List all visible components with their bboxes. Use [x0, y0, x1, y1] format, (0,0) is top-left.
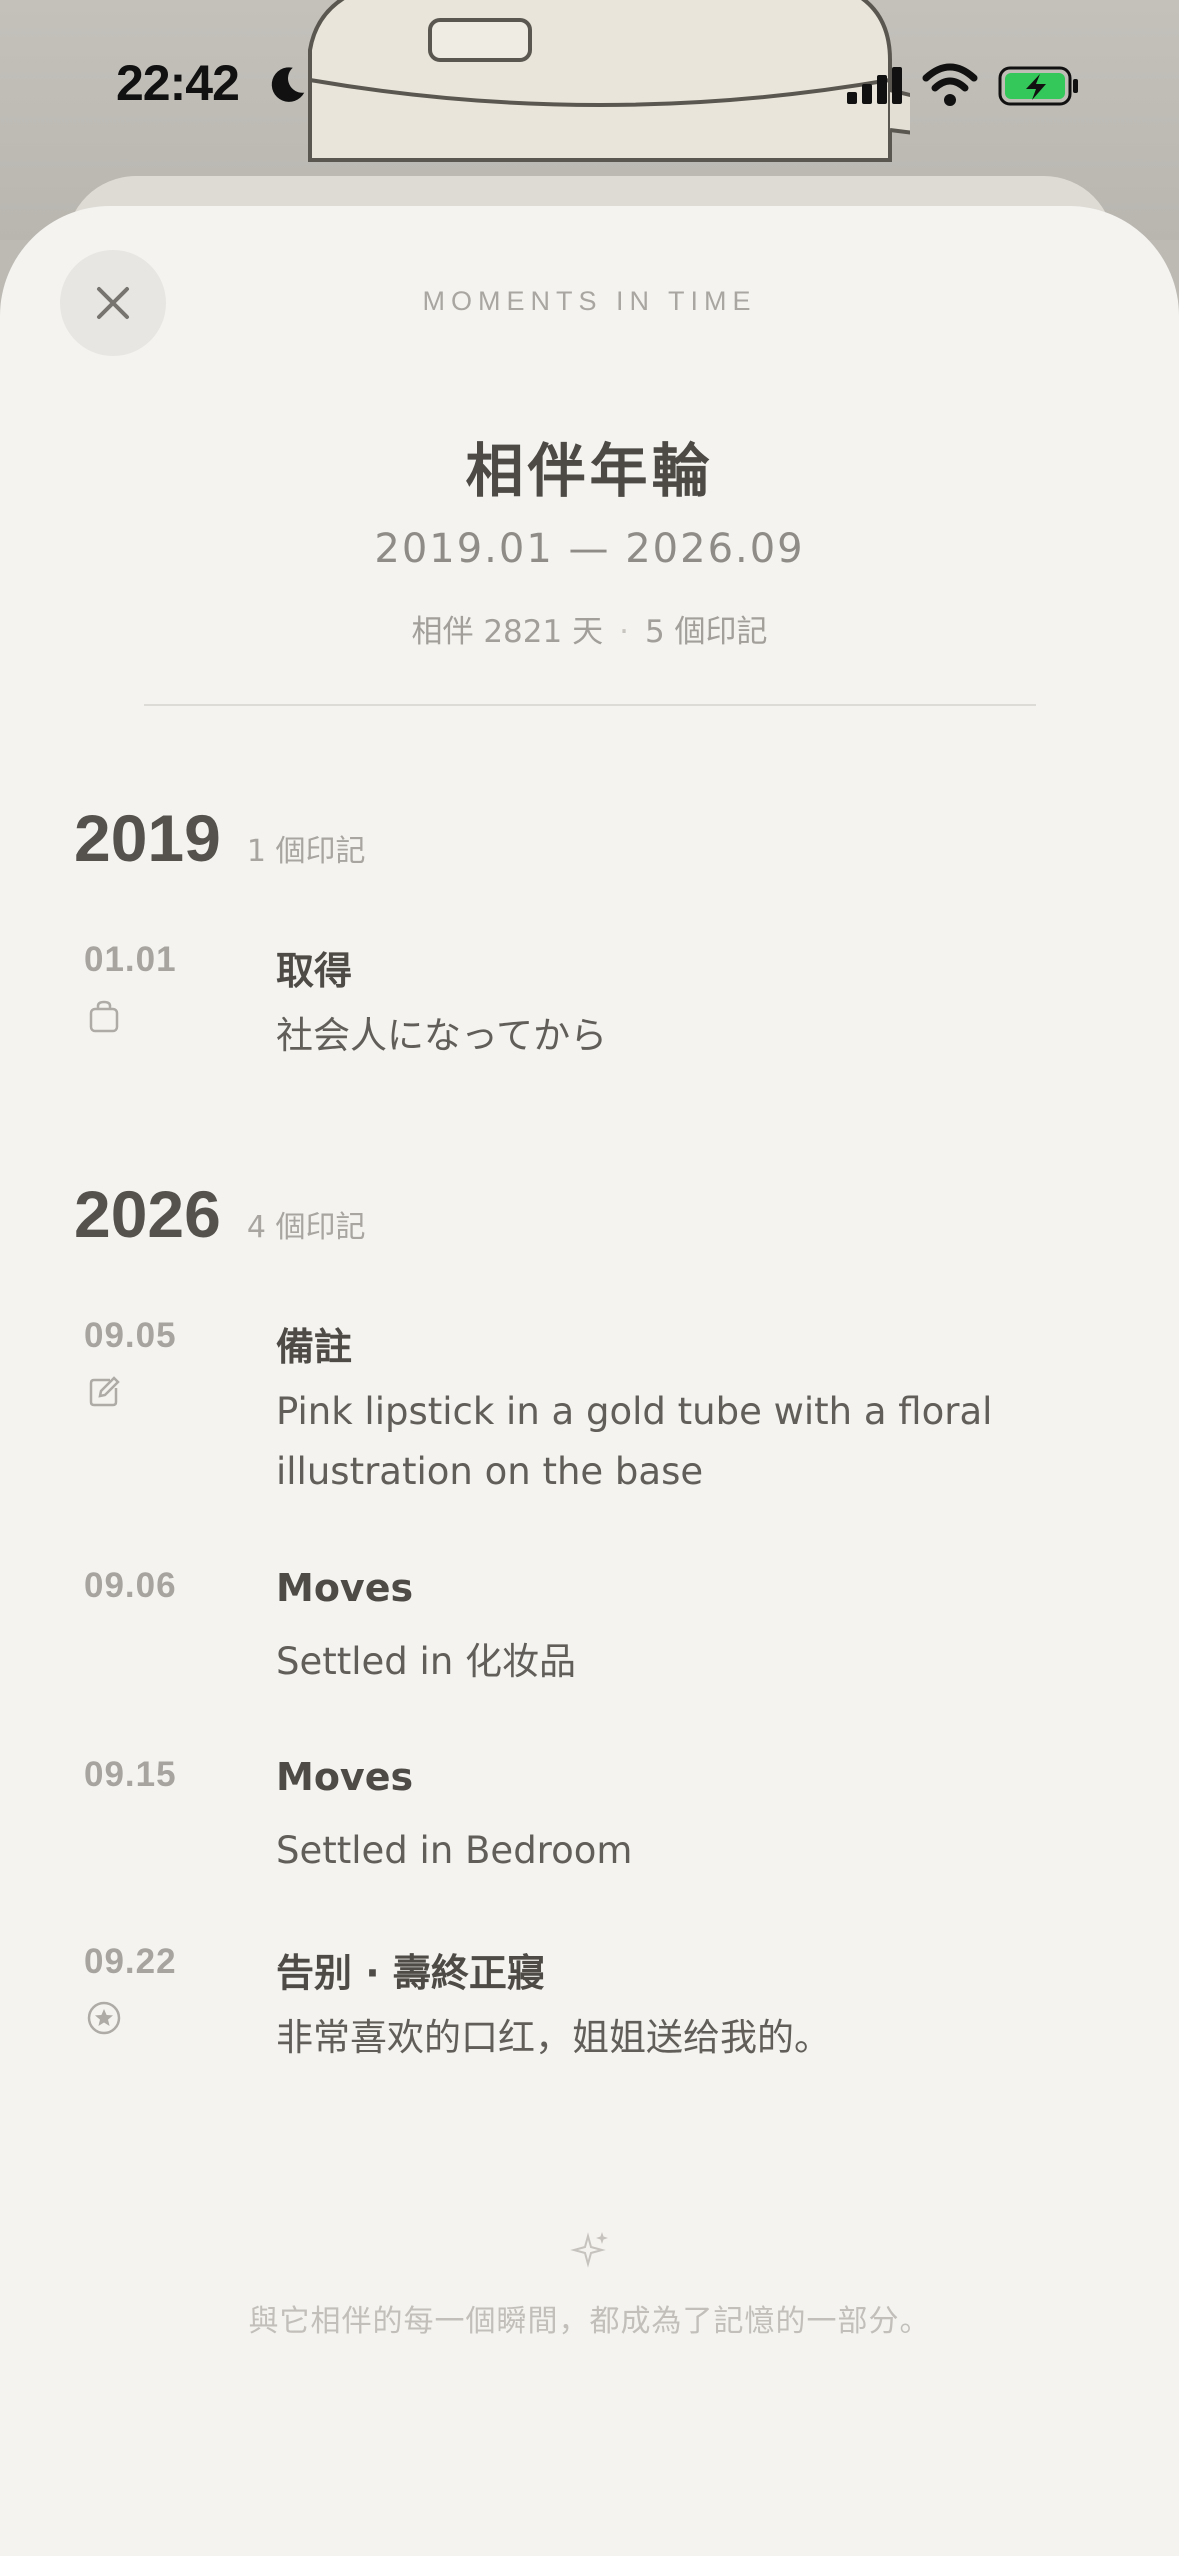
divider: [144, 704, 1036, 706]
bag-icon: [89, 1000, 119, 1033]
entry-date: 09.15: [84, 1755, 177, 1794]
sheet-eyebrow: MOMENTS IN TIME: [422, 286, 757, 316]
entry-title: 備註: [276, 1325, 353, 1369]
entry-title: 取得: [276, 949, 353, 993]
entry-title: 告别 · 壽終正寢: [276, 1951, 545, 1995]
year-heading-2019: 2019 1 個印記: [74, 800, 365, 876]
entry-date: 09.06: [84, 1566, 177, 1605]
stats-separator: ·: [619, 614, 629, 650]
sparkle-icon: [570, 2232, 608, 2268]
footer-text: 與它相伴的每一個瞬間，都成為了記憶的一部分。: [248, 2304, 931, 2339]
entry-description: Settled in 化妆品: [276, 1640, 577, 1683]
note-edit-icon: [89, 1376, 120, 1407]
entry-description: Settled in Bedroom: [276, 1829, 633, 1872]
year-number: 2026: [74, 1177, 221, 1251]
year-number: 2019: [74, 801, 221, 875]
entry-description: 非常喜欢的口红，姐姐送给我的。: [276, 2016, 831, 2059]
entry-description: Pink lipstick in a gold tube with a flor…: [276, 1390, 993, 1493]
days-together: 相伴 2821 天: [411, 614, 604, 650]
page-title: 相伴年輪: [465, 437, 714, 505]
year-count: 4 個印記: [246, 1210, 366, 1245]
year-heading-2026: 2026 4 個印記: [74, 1176, 365, 1252]
signal-icon: [847, 67, 902, 104]
moon-icon: [271, 67, 305, 102]
year-count: 1 個印記: [246, 834, 366, 869]
entry-title: Moves: [276, 1566, 414, 1610]
moment-count: 5 個印記: [644, 614, 768, 650]
entry-date: 01.01: [84, 940, 177, 979]
entry-date: 09.22: [84, 1942, 177, 1981]
status-time: 22:42: [116, 55, 240, 111]
date-range: 2019.01 — 2026.09: [374, 526, 805, 572]
status-bar: 22:42: [0, 0, 1179, 175]
wifi-icon: [922, 63, 978, 106]
battery-charging-icon: [998, 66, 1078, 106]
entry-description: 社会人になってから: [276, 1014, 608, 1057]
entry-date: 09.05: [84, 1316, 177, 1355]
summary-stats: 相伴 2821 天 · 5 個印記: [0, 606, 1179, 651]
star-badge-icon: [87, 2001, 121, 2035]
entry-title: Moves: [276, 1755, 414, 1799]
